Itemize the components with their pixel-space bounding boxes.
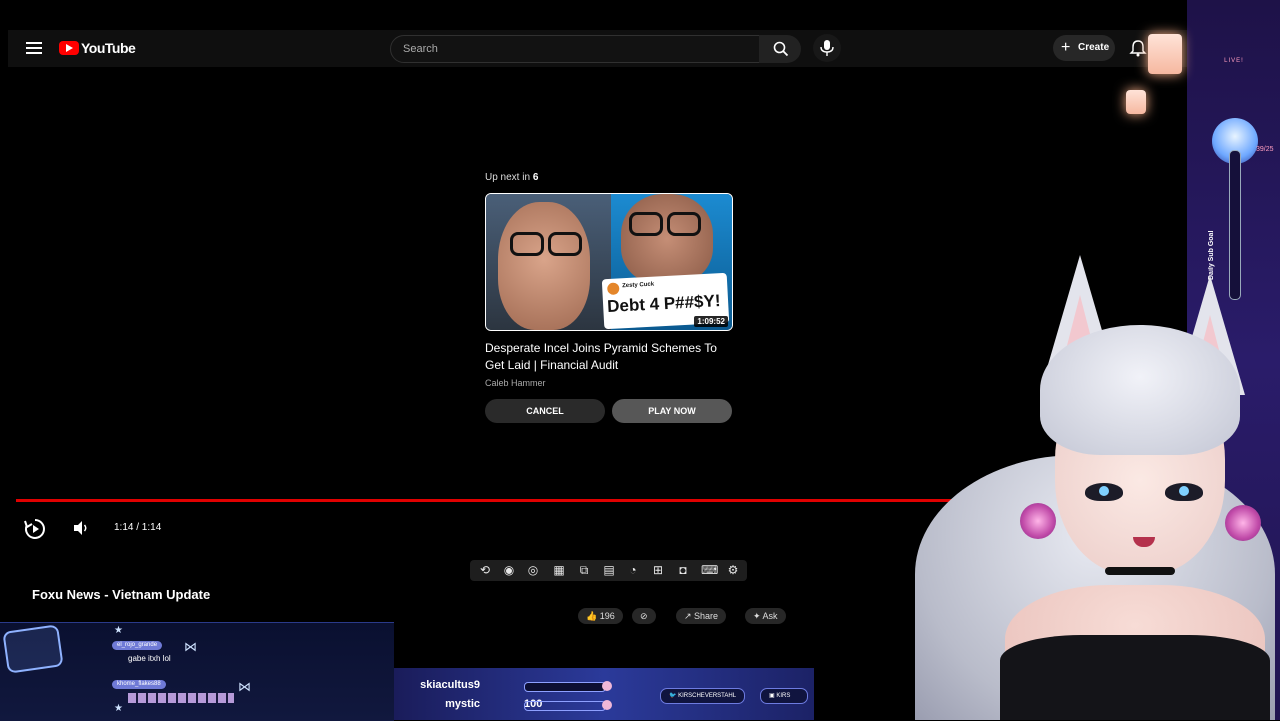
voice-search-button[interactable] (813, 34, 841, 62)
up-next-channel[interactable]: Caleb Hammer (485, 378, 546, 388)
tweet-avatar (606, 282, 620, 296)
video-title: Foxu News - Vietnam Update (32, 587, 211, 602)
star-icon: ★ (114, 703, 123, 714)
up-next-thumbnail[interactable]: Zesty Cuck Debt 4 P##$Y! 1:09:52 (485, 193, 733, 331)
search-icon (773, 41, 789, 57)
create-button[interactable]: + Create (1053, 35, 1115, 61)
social-discord-tag: ▣ KIRS (760, 688, 808, 704)
chat-username: khome_flakes88 (112, 680, 166, 689)
audio-icon[interactable]: ◉ (502, 563, 516, 577)
avatar-choker (1105, 567, 1175, 575)
ribbon-icon: ⋈ (184, 639, 197, 654)
tweet-name: Zesty Cuck (622, 281, 655, 290)
ribbon-icon: ⋈ (238, 679, 251, 694)
youtube-logo-icon[interactable] (59, 41, 79, 55)
gem-icon (602, 681, 612, 691)
glasses-icon (667, 212, 701, 236)
like-count: 196 (599, 611, 615, 621)
screenshot-icon[interactable]: ◘ (676, 563, 690, 577)
star-icon: ★ (114, 625, 123, 636)
social-handle: KIRS (776, 693, 791, 699)
search-box[interactable] (390, 35, 760, 63)
resize-icon[interactable]: ⧉ (577, 563, 591, 577)
extension-toolbar: ⟲ ◉ ◎ ▦ ⧉ ▤ ◔ ⊞ ◘ ⌨ ⚙ (470, 560, 747, 581)
chat-username: el_rojo_grande (112, 641, 163, 650)
share-label: Share (694, 611, 719, 621)
search-input[interactable] (401, 42, 745, 56)
ask-label: Ask (762, 611, 778, 621)
stream-stats-bar: skiacultus9 mystic 100 (394, 668, 814, 720)
cube-mascot-icon (2, 624, 64, 674)
play-now-button[interactable]: PLAY NOW (612, 399, 732, 423)
dislike-button[interactable]: ⊘ (632, 608, 656, 624)
flower-icon (1225, 505, 1261, 541)
notification-bell-icon[interactable] (1128, 38, 1148, 58)
lantern-icon (1148, 34, 1182, 74)
glasses-icon (510, 232, 544, 256)
vtuber-avatar (905, 255, 1280, 720)
countdown-number: 6 (532, 172, 539, 183)
avatar-eye (1085, 483, 1123, 501)
cancel-button[interactable]: CANCEL (485, 399, 605, 423)
tweet-text: Debt 4 P##$Y! (606, 291, 721, 317)
up-next-label: Up next in 6 (485, 172, 538, 183)
stat-track (524, 682, 606, 692)
speed-icon[interactable]: ◔ (626, 563, 640, 577)
flower-icon (1020, 503, 1056, 539)
like-button[interactable]: 👍 196 (578, 608, 623, 624)
chat-message: gabe itxh lol (128, 654, 171, 663)
social-twitter-tag: 🐦 KIRSCHEVERSTAHL (660, 688, 746, 704)
up-next-title[interactable]: Desperate Incel Joins Pyramid Schemes To… (485, 340, 735, 374)
thumbnail-face-right (621, 194, 713, 284)
view-icon[interactable]: ◎ (526, 563, 540, 577)
clapper-icon[interactable]: ▦ (552, 563, 566, 577)
social-handle: KIRSCHEVERSTAHL (678, 693, 737, 699)
loop-icon[interactable]: ⟲ (478, 563, 492, 577)
up-next-prefix: Up next in (485, 172, 533, 183)
avatar-eye (1165, 483, 1203, 501)
duration-badge: 1:09:52 (694, 316, 728, 327)
top-bar: YouTube + Create (8, 30, 1188, 67)
replay-icon[interactable] (22, 516, 48, 542)
glasses-icon (548, 232, 582, 256)
gem-icon (602, 700, 612, 710)
search-button[interactable] (759, 35, 801, 63)
stat-track (524, 701, 606, 711)
sub-goal-count: 39/25 (1256, 146, 1274, 153)
stat-name: mystic (445, 698, 480, 710)
crop-icon[interactable]: ▤ (602, 563, 616, 577)
avatar-bangs (1040, 325, 1240, 455)
time-display: 1:14 / 1:14 (114, 522, 162, 533)
plus-icon: + (1061, 39, 1071, 56)
keyboard-icon[interactable]: ⌨ (701, 563, 718, 577)
volume-icon[interactable] (72, 519, 90, 537)
settings-gear-icon[interactable]: ⚙ (726, 563, 740, 577)
avatar-top (1000, 635, 1270, 720)
lantern-icon (1126, 90, 1146, 114)
hamburger-menu-icon[interactable] (26, 40, 42, 56)
ask-button[interactable]: ✦ Ask (745, 608, 786, 624)
create-label: Create (1078, 42, 1110, 53)
chat-emote-row (128, 693, 234, 703)
glasses-icon (629, 212, 663, 236)
youtube-logo-text[interactable]: YouTube (81, 40, 136, 56)
microphone-icon (820, 40, 834, 56)
stat-name: skiacultus9 (420, 679, 480, 691)
thumbnail-face-left (498, 202, 590, 330)
live-badge: LIVE! (1224, 58, 1244, 64)
pip-icon[interactable]: ⊞ (651, 563, 665, 577)
share-button[interactable]: ↗ Share (676, 608, 727, 624)
